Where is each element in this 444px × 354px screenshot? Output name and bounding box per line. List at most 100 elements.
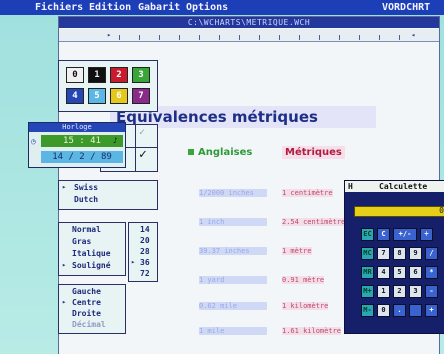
row-right-value[interactable]: 0.91 mètre [282,276,325,284]
row-left-value[interactable]: 1 yard [199,276,267,284]
ruler-tick [279,35,280,40]
ruler-tick [239,35,240,40]
ruler-tick [159,35,160,40]
alignment-item[interactable]: Décimal [72,320,106,329]
row-right-value[interactable]: 1.61 kilomètre [282,327,342,335]
column-label-anglaises[interactable]: Anglaises [198,147,252,158]
ruler[interactable]: ▸ ◂ [59,29,439,42]
ruler-tick [119,35,120,40]
menu-gabarit[interactable]: Gabarit [138,0,180,15]
row-left-value[interactable]: 1 mile [199,327,267,335]
row-right-value[interactable]: 1 mètre [282,247,312,255]
calculator-titlebar[interactable]: H Calculette [345,181,444,192]
color-swatch[interactable]: 2 [110,67,128,83]
ruler-tick [179,35,180,40]
row-left-value[interactable]: 1/2000 inches [199,189,267,197]
ruler-tab-marker[interactable]: ▸ [107,31,111,39]
selected-arrow-icon: ▸ [62,298,67,306]
font-item[interactable]: Dutch [74,195,98,204]
calc-key-mc[interactable]: MC [361,247,374,260]
calculator-title: Calculette [379,182,428,191]
menu-fichiers[interactable]: Fichiers [35,0,83,15]
calc-key-3[interactable]: 3 [409,285,422,298]
selected-arrow-icon: ▸ [131,258,136,266]
style-item[interactable]: Gras [72,237,91,246]
calculator-display: 0 [354,206,444,217]
color-palette-panel: 0 1 2 3 4 5 6 7 [58,60,158,112]
bullet-icon [188,149,194,155]
row-left-value[interactable]: 39.37 inches [199,247,267,255]
calc-key-6[interactable]: 6 [409,266,422,279]
clock-widget[interactable]: Horloge ◷ 15 : 41 ♪ 14 / 2 / 89 [28,122,126,168]
check-outline-icon[interactable]: ✓ [139,127,145,138]
calc-key-7[interactable]: 7 [377,247,390,260]
calc-key-8[interactable]: 8 [393,247,406,260]
divider [135,125,136,171]
menu-edition[interactable]: Edition [89,0,131,15]
ruler-tick [199,35,200,40]
color-swatch[interactable]: 5 [88,88,106,104]
ruler-tab-marker[interactable]: ◂ [411,31,415,39]
row-right-value[interactable]: 2.54 centimètres [282,218,350,226]
clock-icon: ◷ [31,137,36,146]
row-right-value[interactable]: 1 kilomètre [282,302,329,310]
alignment-item[interactable]: Centre [72,298,101,307]
calc-key-minus[interactable]: - [425,285,438,298]
style-list-panel: Normal Gras Italique ▸ Souligné [58,222,126,276]
color-swatch[interactable]: 7 [132,88,150,104]
calc-key-2[interactable]: 2 [393,285,406,298]
calculator-window: H Calculette 0 EC C +/- ÷ MC 7 8 9 / MR … [344,180,444,334]
calc-key-blank[interactable] [409,304,422,317]
calc-key-plus[interactable]: + [425,304,438,317]
calc-key-decimal[interactable]: . [393,304,406,317]
color-swatch[interactable]: 6 [110,88,128,104]
calc-key-4[interactable]: 4 [377,266,390,279]
size-item[interactable]: 14 [140,225,150,234]
clock-time: 15 : 41 [41,135,123,147]
window-control-icon[interactable]: H [348,181,353,192]
row-left-value[interactable]: 1 inch [199,218,267,226]
style-item[interactable]: Italique [72,249,111,258]
ruler-tick [219,35,220,40]
column-label-metriques[interactable]: Métriques [282,146,345,159]
size-item[interactable]: 72 [140,269,150,278]
color-swatch[interactable]: 1 [88,67,106,83]
alignment-item[interactable]: Gauche [72,287,101,296]
app-name: VORDCHRT [382,2,431,13]
document-path: C:\WCHARTS\METRIQUE.WCH [59,17,439,28]
color-swatch[interactable]: 0 [66,67,84,83]
alignment-item[interactable]: Droite [72,309,101,318]
color-swatch[interactable]: 4 [66,88,84,104]
font-list-panel: ▸ Swiss Dutch [58,180,158,210]
style-item[interactable]: Souligné [72,261,111,270]
calc-key-ec[interactable]: EC [361,228,374,241]
calc-key-9[interactable]: 9 [409,247,422,260]
font-item[interactable]: Swiss [74,183,98,192]
menu-options[interactable]: Options [186,0,228,15]
display-value: 0 [439,206,444,215]
calc-key-0[interactable]: 0 [377,304,390,317]
calc-key-c[interactable]: C [377,228,390,241]
ruler-tick [359,35,360,40]
check-icon[interactable]: ✓ [139,147,147,162]
ruler-tick [379,35,380,40]
calc-key-slash[interactable]: / [425,247,438,260]
row-right-value[interactable]: 1 centimètre [282,189,333,197]
size-item[interactable]: 36 [140,258,150,267]
calc-key-multiply[interactable]: * [425,266,438,279]
clock-title: Horloge [29,123,125,132]
calc-key-5[interactable]: 5 [393,266,406,279]
row-left-value[interactable]: 0.62 mile [199,302,267,310]
calc-key-mminus[interactable]: M- [361,304,374,317]
calc-key-mplus[interactable]: M+ [361,285,374,298]
size-item[interactable]: 20 [140,236,150,245]
size-item[interactable]: 28 [140,247,150,256]
ruler-tick [139,35,140,40]
style-item[interactable]: Normal [72,225,101,234]
calc-key-mr[interactable]: MR [361,266,374,279]
color-swatch[interactable]: 3 [132,67,150,83]
calc-key-1[interactable]: 1 [377,285,390,298]
calc-key-sign[interactable]: +/- [393,228,417,241]
ruler-tick [319,35,320,40]
calc-key-divide[interactable]: ÷ [420,228,433,241]
